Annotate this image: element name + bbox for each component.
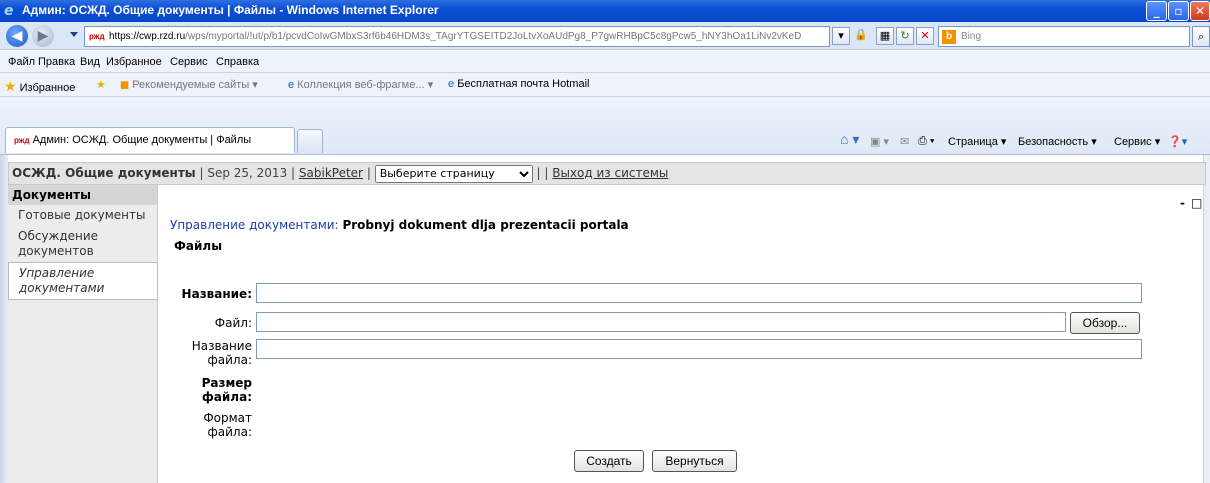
url-scheme: https:// (109, 31, 140, 42)
portal-date: Sep 25, 2013 (207, 166, 288, 180)
url-host: cwp.rzd.ru (139, 31, 186, 42)
fav-web-slices-label: Коллекция веб-фрагме... ▾ (297, 79, 434, 91)
favorites-label: Избранное (19, 82, 76, 94)
add-favorite-icon[interactable]: ★ (96, 78, 106, 91)
ie-page-icon: e (448, 78, 455, 90)
search-icon[interactable]: ⌕ (1192, 26, 1210, 47)
url-path: /wps/myportal/!ut/p/b1/pcvdCoIwGMbxS3rf6… (185, 31, 802, 42)
search-placeholder: Bing (961, 31, 982, 42)
filename-label: Название файла: (191, 339, 252, 367)
help-icon[interactable]: ❓▾ (1168, 135, 1187, 148)
menu-favorites[interactable]: Избранное (106, 56, 162, 68)
menu-tools[interactable]: Сервис (170, 56, 208, 68)
create-button[interactable]: Создать (574, 450, 644, 472)
lock-icon[interactable]: 🔒 (852, 27, 870, 45)
menu-help[interactable]: Справка (216, 56, 259, 68)
nav-header[interactable]: Документы (8, 185, 157, 205)
section-title: Файлы (174, 239, 223, 253)
nav-item-ready-docs[interactable]: Готовые документы (8, 205, 157, 226)
portal-home-title[interactable]: ОСЖД. Общие документы (12, 166, 196, 180)
window-title: Админ: ОСЖД. Общие документы | Файлы - W… (22, 3, 439, 17)
tab-favicon-icon: ржд (14, 136, 30, 145)
bing-icon: b (942, 30, 956, 44)
new-tab-button[interactable] (297, 129, 323, 153)
favorites-bar: ★ Избранное ★ ◼ Рекомендуемые сайты ▾ e … (0, 73, 1210, 97)
address-dropdown-icon[interactable]: ▾ (832, 27, 850, 45)
star-icon: ★ (4, 78, 17, 94)
tools-menu[interactable]: Сервис ▾ (1114, 135, 1160, 148)
close-button[interactable]: ✕ (1190, 1, 1210, 21)
compat-view-icon[interactable]: ▦ (876, 27, 894, 45)
crumb-document-title: Probnyj dokument dlja prezentacii portal… (342, 218, 629, 232)
page-select[interactable]: Выберите страницу (374, 164, 533, 183)
fav-hotmail[interactable]: e Бесплатная почта Hotmail (448, 78, 589, 90)
name-input[interactable] (256, 283, 1142, 303)
feeds-icon[interactable]: ▣ ▾ (870, 135, 889, 148)
tab-row: ржд Админ: ОСЖД. Общие документы | Файлы… (0, 97, 1210, 155)
fileformat-label: Формат файла: (203, 411, 252, 439)
user-link[interactable]: SabikPeter (299, 166, 363, 180)
favorites-button[interactable]: ★ Избранное (4, 78, 75, 95)
browse-button[interactable]: Обзор... (1070, 312, 1140, 334)
home-icon[interactable]: ⌂ ▾ (840, 131, 859, 148)
menu-edit[interactable]: Правка (38, 56, 75, 68)
fav-hotmail-label: Бесплатная почта Hotmail (457, 78, 590, 90)
portlet-maximize-icon[interactable]: □ (1191, 196, 1208, 210)
address-row: ◀ ▶ ржд https://cwp.rzd.ru/wps/myportal/… (0, 22, 1210, 50)
stop-icon[interactable]: ✕ (916, 27, 934, 45)
portlet-minimize-icon[interactable]: - (1180, 196, 1191, 210)
address-input[interactable]: ржд https://cwp.rzd.ru/wps/myportal/!ut/… (84, 26, 830, 47)
name-label: Название: (181, 287, 252, 301)
print-icon[interactable]: ⎙ ▾ (918, 135, 934, 148)
refresh-icon[interactable]: ↻ (896, 27, 914, 45)
window-titlebar: e Админ: ОСЖД. Общие документы | Файлы -… (0, 0, 1210, 22)
menu-bar: Файл Правка Вид Избранное Сервис Справка (0, 51, 1210, 73)
left-navigation: Документы Готовые документы Обсуждение д… (8, 185, 158, 483)
fav-suggested-sites-label: Рекомендуемые сайты ▾ (132, 79, 258, 91)
ie-page-icon: e (288, 79, 295, 91)
nav-item-discussion[interactable]: Обсуждение документов (8, 226, 157, 262)
file-input[interactable] (256, 312, 1066, 332)
maximize-button[interactable]: ▫ (1168, 1, 1189, 21)
site-favicon-icon: ржд (89, 31, 107, 42)
mail-icon[interactable]: ✉ (900, 135, 909, 148)
menu-view[interactable]: Вид (80, 56, 100, 68)
page-menu[interactable]: Страница ▾ (948, 135, 1006, 148)
breadcrumb: Управление документами: Probnyj dokument… (170, 218, 629, 232)
filesize-label: Размер файла: (201, 376, 252, 404)
suggested-sites-icon: ◼ (120, 79, 130, 91)
fav-web-slices[interactable]: e Коллекция веб-фрагме... ▾ (288, 78, 433, 91)
portal-header: ОСЖД. Общие документы | Sep 25, 2013 | S… (8, 162, 1206, 185)
file-label: Файл: (214, 316, 252, 330)
back-button[interactable]: Вернуться (652, 450, 737, 472)
crumb-doc-management-link[interactable]: Управление документами: (170, 218, 339, 232)
tab-active[interactable]: ржд Админ: ОСЖД. Общие документы | Файлы (5, 127, 295, 153)
portlet-controls: -□ (1180, 196, 1208, 210)
ie-logo-icon: e (4, 3, 14, 19)
filename-input[interactable] (256, 339, 1142, 359)
forward-icon[interactable]: ▶ (32, 25, 54, 47)
nav-item-doc-management[interactable]: Управление документами (8, 262, 158, 300)
logout-link[interactable]: Выход из системы (552, 166, 668, 180)
window-frame-left (0, 155, 8, 483)
minimize-button[interactable]: _ (1146, 1, 1167, 21)
search-input[interactable]: b Bing (938, 26, 1190, 47)
menu-file[interactable]: Файл (8, 56, 35, 68)
back-icon[interactable]: ◀ (6, 25, 28, 47)
safety-menu[interactable]: Безопасность ▾ (1018, 135, 1097, 148)
history-dropdown-icon[interactable] (70, 32, 78, 37)
fav-suggested-sites[interactable]: ◼ Рекомендуемые сайты ▾ (120, 78, 258, 91)
tab-label: Админ: ОСЖД. Общие документы | Файлы (32, 134, 252, 146)
